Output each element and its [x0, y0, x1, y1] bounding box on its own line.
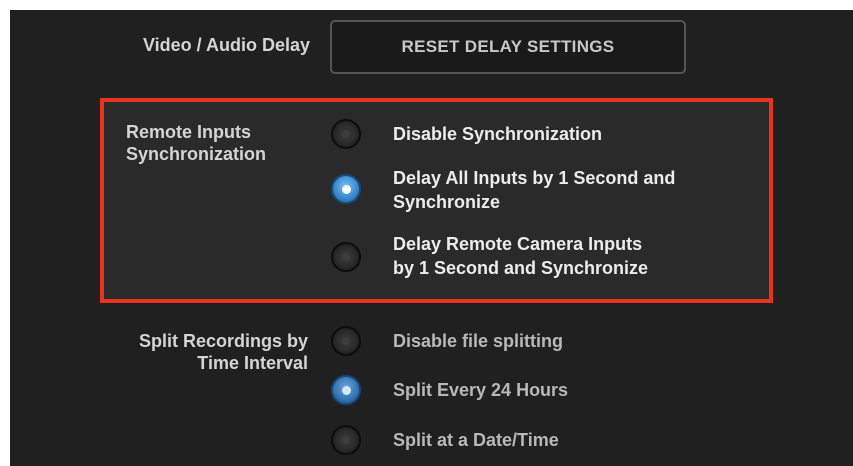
sync-option-delay-all[interactable]: Delay All Inputs by 1 Second and Synchro…: [331, 166, 675, 214]
radio-selected-icon[interactable]: [331, 375, 361, 405]
remote-inputs-sync-label-line1: Remote Inputs: [126, 122, 252, 142]
sync-option-delay-remote-camera-line2: by 1 Second and Synchronize: [393, 258, 649, 278]
sync-option-delay-all-label: Delay All Inputs by 1 Second and Synchro…: [393, 166, 675, 214]
remote-inputs-sync-label-line2: Synchronization: [126, 144, 267, 164]
sync-option-delay-remote-camera-line1: Delay Remote Camera Inputs: [393, 234, 643, 254]
split-recordings-label-line2: Time Interval: [197, 353, 308, 373]
remote-inputs-sync-label: Remote Inputs Synchronization: [126, 121, 266, 165]
sync-option-delay-all-line1: Delay All Inputs by 1 Second and: [393, 168, 676, 188]
radio-unselected-icon[interactable]: [331, 326, 361, 356]
sync-option-delay-remote-camera[interactable]: Delay Remote Camera Inputs by 1 Second a…: [331, 232, 648, 280]
sync-option-disable-label: Disable Synchronization: [393, 124, 603, 144]
split-option-date-time-label: Split at a Date/Time: [393, 430, 559, 450]
split-option-disable[interactable]: Disable file splitting: [331, 326, 563, 356]
radio-unselected-icon[interactable]: [331, 242, 361, 272]
split-recordings-label: Split Recordings by Time Interval: [80, 330, 308, 374]
settings-panel: Video / Audio Delay RESET DELAY SETTINGS…: [10, 10, 853, 466]
radio-unselected-icon[interactable]: [331, 119, 361, 149]
split-recordings-label-line1: Split Recordings by: [138, 331, 308, 351]
reset-delay-settings-button[interactable]: RESET DELAY SETTINGS: [330, 20, 686, 74]
split-option-disable-label: Disable file splitting: [393, 331, 564, 351]
sync-option-disable[interactable]: Disable Synchronization: [331, 119, 602, 149]
radio-selected-icon[interactable]: [331, 174, 361, 204]
video-audio-delay-label: Video / Audio Delay: [142, 35, 310, 55]
split-option-24-hours-label: Split Every 24 Hours: [393, 380, 569, 400]
split-option-date-time[interactable]: Split at a Date/Time: [331, 425, 559, 455]
split-option-24-hours[interactable]: Split Every 24 Hours: [331, 375, 568, 405]
sync-option-delay-all-line2: Synchronize: [393, 192, 501, 212]
radio-unselected-icon[interactable]: [331, 425, 361, 455]
sync-option-delay-remote-camera-label: Delay Remote Camera Inputs by 1 Second a…: [393, 232, 648, 280]
